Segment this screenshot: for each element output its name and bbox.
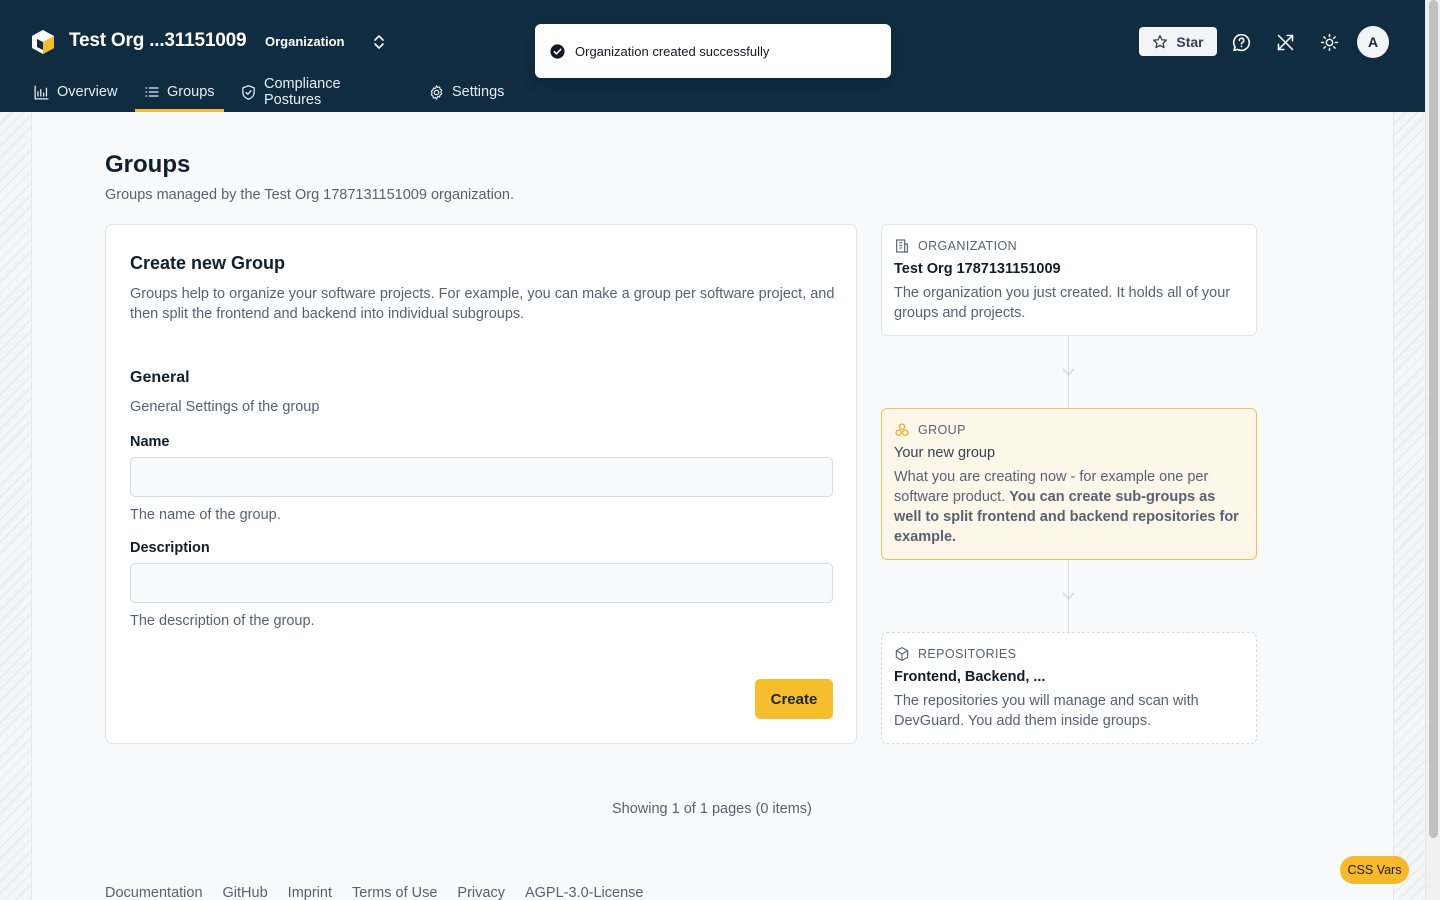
tools-icon (1277, 34, 1293, 50)
chevron-up-down-icon[interactable] (370, 32, 388, 52)
description-hint: The description of the group. (130, 613, 315, 629)
group-text: What you are creating now - for example … (894, 467, 1246, 547)
left-gutter (0, 112, 32, 900)
name-label: Name (130, 434, 170, 450)
success-toast: Organization created successfully (535, 24, 891, 78)
group-kicker: GROUP (894, 422, 966, 438)
sun-icon (1320, 33, 1338, 51)
toast-message: Organization created successfully (575, 43, 770, 59)
building-icon (896, 239, 908, 253)
package-icon (895, 647, 909, 661)
gear-icon (430, 84, 443, 100)
help-icon (1232, 33, 1250, 51)
right-gutter (1393, 112, 1425, 900)
form-title: Create new Group (130, 253, 286, 273)
devguard-logo-icon (32, 30, 54, 54)
shield-icon (242, 84, 255, 100)
repositories-kicker-label: REPOSITORIES (918, 647, 1017, 661)
footer-links: Documentation GitHub Imprint Terms of Us… (105, 885, 643, 900)
repositories-title: Frontend, Backend, ... (894, 669, 1046, 685)
description-label: Description (130, 540, 210, 556)
tab-overview[interactable]: Overview (33, 72, 117, 112)
form-description: Groups help to organize your software pr… (130, 286, 835, 322)
theme-toggle-button[interactable] (1317, 30, 1341, 54)
organization-kicker: ORGANIZATION (894, 238, 1017, 254)
chevron-down-icon (1062, 592, 1075, 600)
css-vars-button[interactable]: CSS Vars (1340, 856, 1409, 884)
repositories-kicker: REPOSITORIES (894, 646, 1016, 662)
footer-link-imprint[interactable]: Imprint (288, 885, 332, 900)
tab-groups[interactable]: Groups (135, 72, 224, 112)
page-subtitle: Groups managed by the Test Org 178713115… (105, 187, 514, 203)
create-button[interactable]: Create (755, 679, 833, 719)
tools-button[interactable] (1273, 30, 1297, 54)
star-icon (1153, 34, 1168, 48)
organization-text: The organization you just created. It ho… (894, 285, 1231, 321)
name-hint: The name of the group. (130, 507, 281, 523)
page-scrollbar[interactable] (1425, 0, 1440, 900)
group-card: GROUP Your new group What you are creati… (881, 408, 1257, 560)
org-type-label[interactable]: Organization (265, 34, 344, 49)
scrollbar-thumb[interactable] (1429, 0, 1438, 838)
check-circle-icon (550, 43, 565, 59)
repositories-card: REPOSITORIES Frontend, Backend, ... The … (881, 632, 1257, 744)
chart-icon (34, 84, 49, 100)
organization-name: Test Org 1787131151009 (894, 261, 1061, 277)
tab-overview-label: Overview (57, 84, 118, 100)
tab-compliance-postures[interactable]: Compliance Postures (240, 72, 341, 112)
page-title: Groups (105, 151, 191, 178)
footer-link-documentation[interactable]: Documentation (105, 885, 203, 900)
name-input[interactable] (130, 457, 833, 497)
organization-kicker-label: ORGANIZATION (918, 239, 1018, 253)
description-input[interactable] (130, 563, 833, 603)
tab-compliance-label: Compliance Postures (264, 76, 341, 108)
user-avatar[interactable]: A (1357, 26, 1389, 58)
footer-link-terms[interactable]: Terms of Use (352, 885, 437, 900)
star-label: Star (1176, 33, 1204, 50)
footer-link-license[interactable]: AGPL-3.0-License (525, 885, 643, 900)
tab-settings[interactable]: Settings (428, 72, 504, 112)
list-icon (145, 87, 159, 97)
section-title: General (130, 369, 190, 386)
section-subtitle: General Settings of the group (130, 399, 320, 415)
tab-groups-label: Groups (167, 84, 215, 100)
group-title: Your new group (894, 445, 996, 461)
chevron-down-icon (1062, 368, 1075, 376)
star-button[interactable]: Star (1139, 27, 1217, 56)
create-group-card: Create new Group Groups help to organize… (105, 224, 857, 744)
footer-link-privacy[interactable]: Privacy (457, 885, 505, 900)
group-kicker-label: GROUP (918, 423, 966, 437)
repositories-text: The repositories you will manage and sca… (894, 693, 1199, 729)
org-title[interactable]: Test Org ...31151009 (69, 30, 247, 52)
group-icon (895, 423, 909, 436)
help-button[interactable] (1229, 30, 1253, 54)
pagination-info: Showing 1 of 1 pages (0 items) (612, 801, 812, 817)
organization-card: ORGANIZATION Test Org 1787131151009 The … (881, 224, 1257, 336)
tab-settings-label: Settings (452, 84, 505, 100)
footer-link-github[interactable]: GitHub (223, 885, 268, 900)
